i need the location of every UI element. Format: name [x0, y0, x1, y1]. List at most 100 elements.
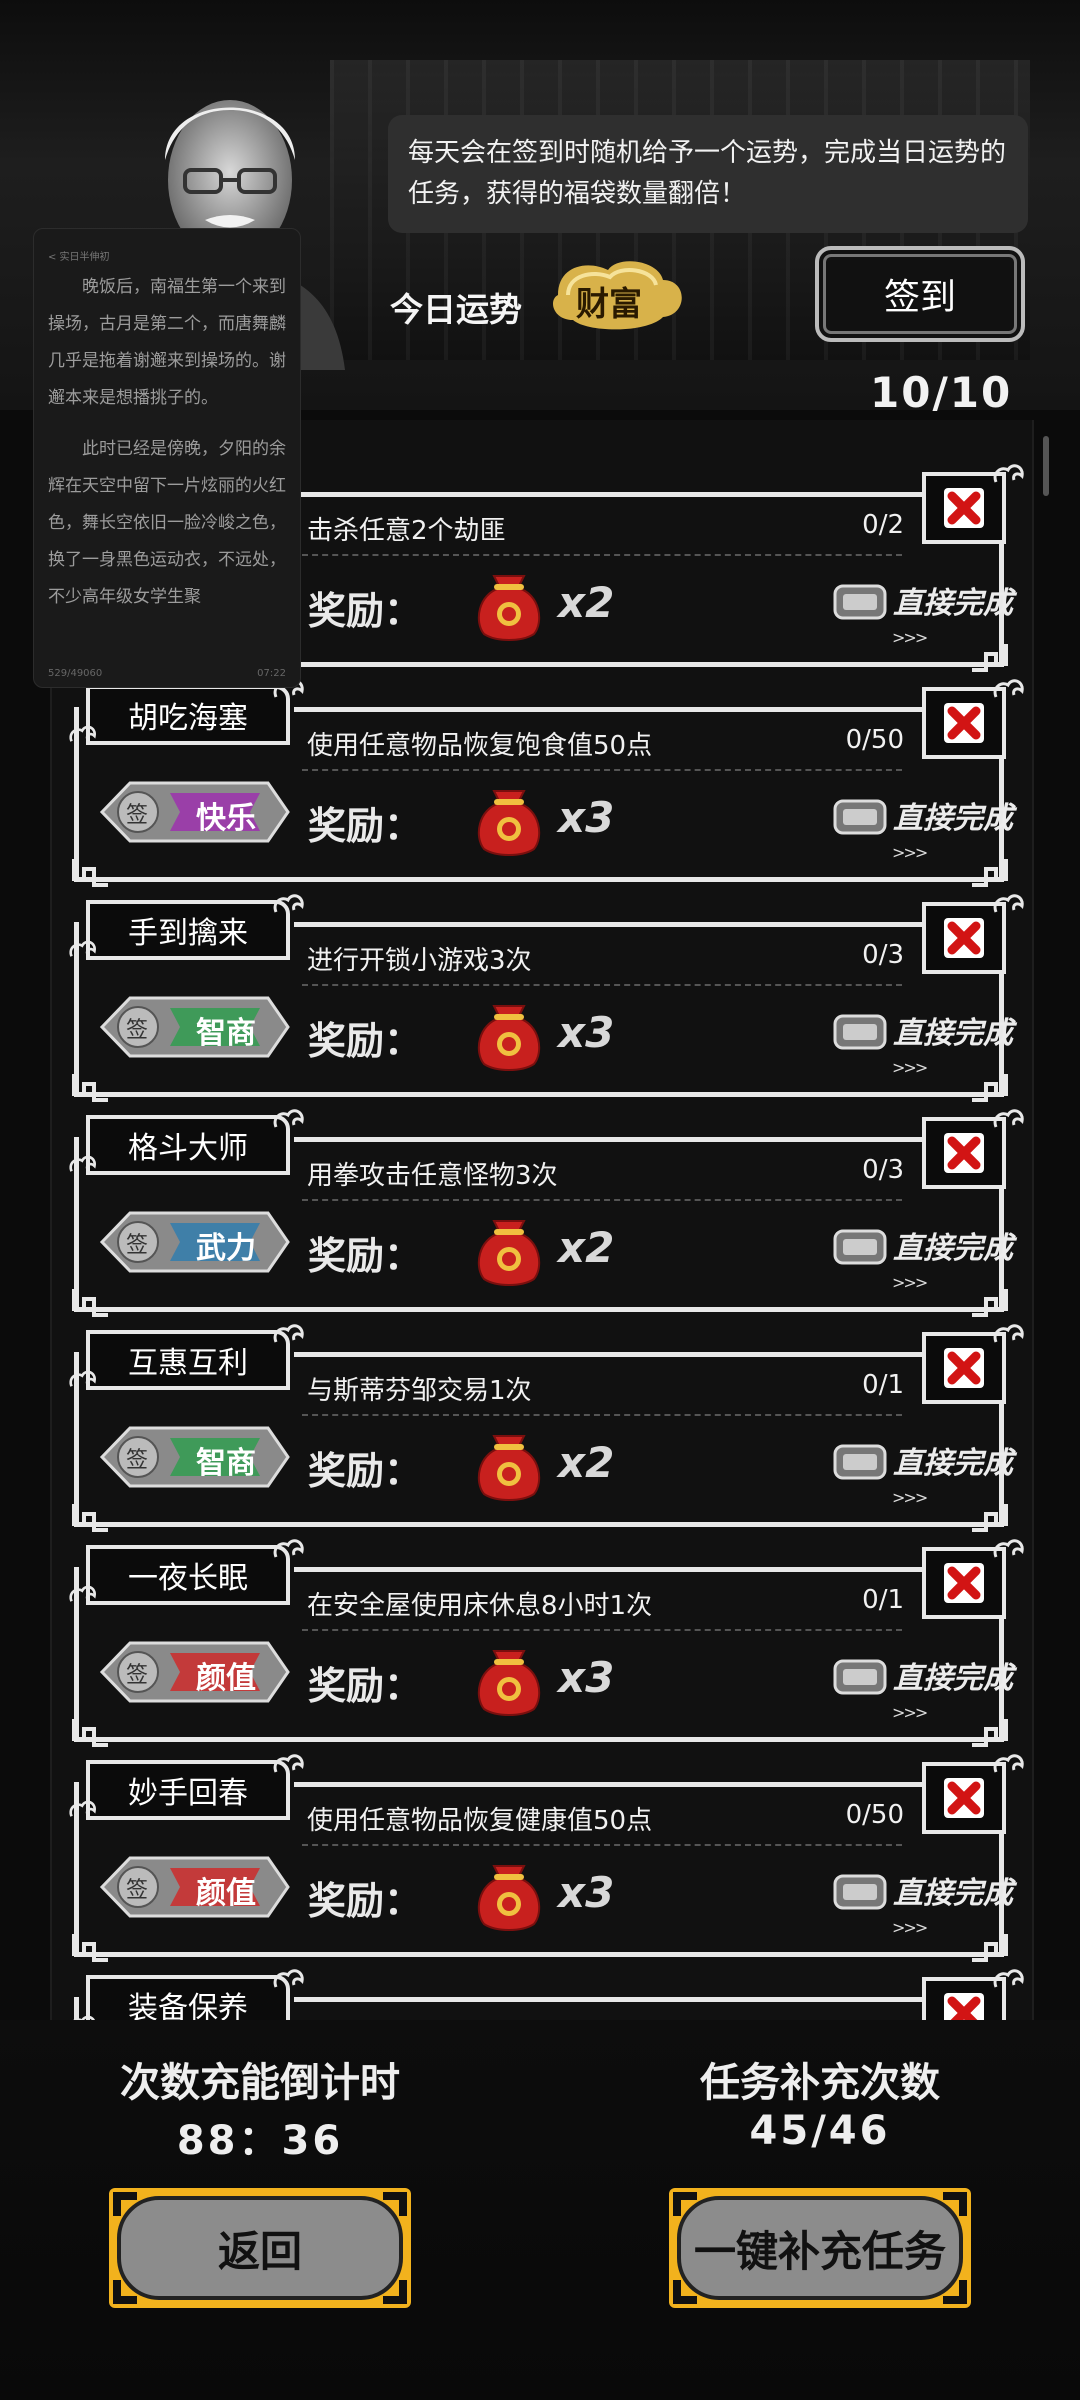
- close-icon: [944, 1348, 984, 1388]
- instant-complete-button[interactable]: 直接完成: [831, 1432, 1031, 1496]
- fortune-tag-label: 武力: [196, 1231, 256, 1266]
- fortune-tag-prefix: 签: [126, 1878, 149, 1903]
- task-card[interactable]: 手到擒来 进行开锁小游戏3次 0/3 签 智商 奖励： x3 直接完成 >>>: [69, 894, 1024, 1102]
- cloud-ornament-icon: [272, 1107, 306, 1135]
- task-description: 使用任意物品恢复饱食值50点: [307, 731, 653, 761]
- ticket-icon: [833, 1014, 887, 1050]
- task-name: 胡吃海塞: [86, 685, 290, 745]
- task-progress: 0/50: [845, 1800, 904, 1830]
- cloud-ornament-icon: [272, 892, 306, 920]
- corner-ornament-icon: [972, 1504, 1012, 1534]
- task-description: 进行开锁小游戏3次: [307, 946, 532, 976]
- fortune-tag: 签 武力: [99, 1209, 290, 1275]
- arrows-icon: >>>: [892, 1273, 928, 1292]
- corner-ornament-icon: [972, 644, 1012, 674]
- close-icon: [944, 703, 984, 743]
- task-card-topline: [294, 707, 924, 712]
- reward-label: 奖励：: [308, 1234, 423, 1278]
- lucky-bag-icon: [474, 1207, 544, 1287]
- cloud-ornament-icon: [272, 1322, 306, 1350]
- task-description: 用拳攻击任意怪物3次: [307, 1161, 558, 1191]
- fortune-tag: 签 智商: [99, 1424, 290, 1490]
- fortune-tag-prefix: 签: [126, 1448, 149, 1473]
- task-card[interactable]: 妙手回春 使用任意物品恢复健康值50点 0/50 签 颜值 奖励： x3 直接完…: [69, 1754, 1024, 1962]
- lucky-bag-icon: [474, 777, 544, 857]
- reader-paragraph: 晚饭后，南福生第一个来到操场，古月是第二个，而唐舞麟几乎是拖着谢邂来到操场的。谢…: [48, 277, 286, 408]
- corner-ornament-icon: [68, 1289, 108, 1319]
- task-card[interactable]: 装备保养 签: [73, 1969, 1024, 2020]
- instant-complete-label: 直接完成: [893, 1661, 1013, 1696]
- task-card-topline: [294, 1997, 924, 2002]
- corner-ornament-icon: [68, 1934, 108, 1964]
- corner-ornament-icon: [68, 1074, 108, 1104]
- close-icon: [944, 1993, 984, 2020]
- task-name: 妙手回春: [86, 1760, 290, 1820]
- reward-multiplier: x3: [558, 1008, 615, 1057]
- back-button[interactable]: 返回: [105, 2184, 415, 2312]
- task-card-topline: [294, 492, 924, 497]
- cloud-ornament-icon: [68, 1583, 98, 1609]
- task-card-topline: [294, 922, 924, 927]
- fortune-value: 财富: [576, 284, 642, 323]
- fortune-tag-label: 颜值: [196, 1876, 256, 1911]
- task-progress: 0/50: [845, 725, 904, 755]
- instant-complete-button[interactable]: 直接完成: [831, 1862, 1031, 1926]
- fortune-hint-bubble: 每天会在签到时随机给予一个运势，完成当日运势的任务，获得的福袋数量翻倍！: [388, 115, 1028, 233]
- cloud-ornament-icon: [992, 1107, 1026, 1135]
- reader-header: < 实日半伸初: [48, 252, 110, 263]
- instant-complete-label: 直接完成: [893, 801, 1013, 836]
- divider: [302, 984, 902, 986]
- cloud-ornament-icon: [992, 677, 1026, 705]
- close-icon: [944, 1778, 984, 1818]
- fortune-tag-prefix: 签: [126, 803, 149, 828]
- reader-time: 07:22: [257, 668, 286, 679]
- task-count: 10/10: [870, 368, 1013, 417]
- divider: [302, 554, 902, 556]
- signin-button[interactable]: 签到: [815, 246, 1025, 342]
- instant-complete-button[interactable]: 直接完成: [831, 1647, 1031, 1711]
- refill-tasks-button-label: 一键补充任务: [693, 2226, 946, 2276]
- instant-complete-button[interactable]: 直接完成: [831, 1002, 1031, 1066]
- fortune-badge: 财富: [548, 255, 690, 335]
- task-card[interactable]: 一夜长眠 在安全屋使用床休息8小时1次 0/1 签 颜值 奖励： x3 直接完成…: [69, 1539, 1024, 1747]
- close-icon: [944, 488, 984, 528]
- reader-overlay[interactable]: < 实日半伸初 晚饭后，南福生第一个来到操场，古月是第二个，而唐舞麟几乎是拖着谢…: [33, 228, 301, 688]
- scrollbar[interactable]: [1043, 436, 1049, 496]
- refill-tasks-button[interactable]: 一键补充任务: [665, 2184, 975, 2312]
- task-card-topline: [294, 1352, 924, 1357]
- instant-complete-label: 直接完成: [893, 1446, 1013, 1481]
- divider: [302, 1199, 902, 1201]
- task-card[interactable]: 互惠互利 与斯蒂芬邹交易1次 0/1 签 智商 奖励： x2 直接完成 >>>: [69, 1324, 1024, 1532]
- corner-ornament-icon: [68, 859, 108, 889]
- ticket-icon: [833, 1444, 887, 1480]
- task-card-topline: [294, 1567, 924, 1572]
- instant-complete-button[interactable]: 直接完成: [831, 1217, 1031, 1281]
- task-name: 一夜长眠: [86, 1545, 290, 1605]
- arrows-icon: >>>: [892, 1703, 928, 1722]
- divider: [302, 769, 902, 771]
- corner-ornament-icon: [972, 859, 1012, 889]
- cloud-ornament-icon: [68, 723, 98, 749]
- instant-complete-button[interactable]: 直接完成: [831, 572, 1031, 636]
- task-card-topline: [294, 1782, 924, 1787]
- refill-count-label: 任务补充次数: [700, 2060, 940, 2106]
- instant-complete-button[interactable]: 直接完成: [831, 787, 1031, 851]
- fortune-tag: 签 智商: [99, 994, 290, 1060]
- task-card-topline: [294, 1137, 924, 1142]
- reward-multiplier: x3: [558, 793, 615, 842]
- lucky-bag-icon: [474, 1637, 544, 1717]
- task-card[interactable]: 格斗大师 用拳攻击任意怪物3次 0/3 签 武力 奖励： x2 直接完成 >>>: [69, 1109, 1024, 1317]
- cloud-ornament-icon: [272, 1967, 306, 1995]
- fortune-tag-label: 颜值: [196, 1661, 256, 1696]
- fortune-tag-label: 智商: [196, 1446, 256, 1481]
- reward-label: 奖励：: [308, 804, 423, 848]
- reward-label: 奖励：: [308, 1019, 423, 1063]
- cloud-ornament-icon: [992, 1752, 1026, 1780]
- fortune-tag-prefix: 签: [126, 1018, 149, 1043]
- corner-ornament-icon: [68, 1719, 108, 1749]
- close-icon: [944, 918, 984, 958]
- reward-multiplier: x2: [558, 1223, 615, 1272]
- reader-footer: 529/49060 07:22: [48, 667, 286, 681]
- task-card[interactable]: 胡吃海塞 使用任意物品恢复饱食值50点 0/50 签 快乐 奖励： x3 直接完…: [69, 679, 1024, 887]
- task-description: 在安全屋使用床休息8小时1次: [307, 1591, 653, 1621]
